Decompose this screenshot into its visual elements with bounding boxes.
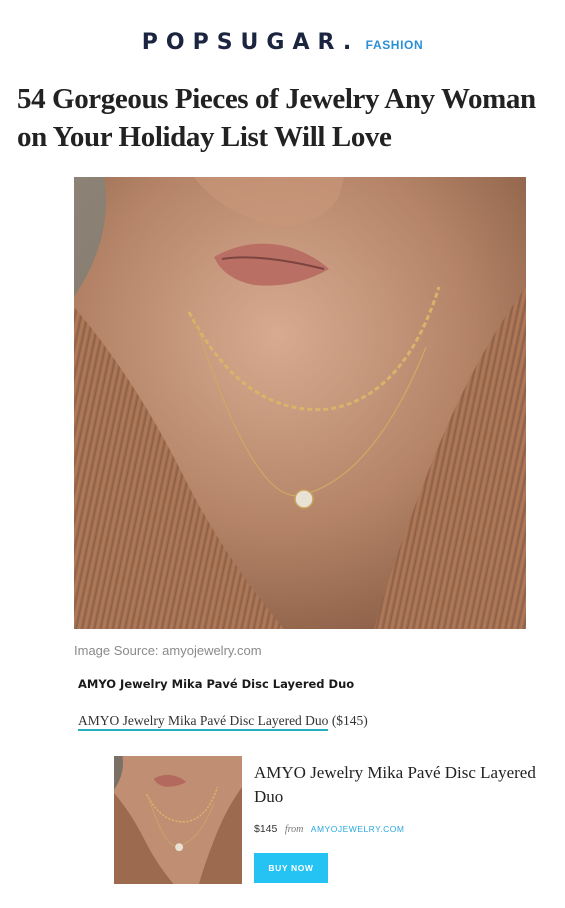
store-link[interactable]: AMYOJEWELRY.COM [311,824,405,834]
buy-now-button[interactable]: BUY NOW [254,853,328,883]
product-price: $145 [254,823,278,835]
product-card-title[interactable]: AMYO Jewelry Mika Pavé Disc Layered Duo [254,761,549,809]
section-label[interactable]: FASHION [366,38,424,52]
hero-image [74,177,526,629]
product-price-row: $145 from AMYOJEWELRY.COM [254,819,404,837]
article-title: 54 Gorgeous Pieces of Jewelry Any Woman … [17,83,536,153]
price-from-label: from [284,824,304,835]
product-link-price: ($145) [331,713,368,728]
site-header: POPSUGAR. FASHION [0,30,565,55]
product-link[interactable]: AMYO Jewelry Mika Pavé Disc Layered Duo … [78,713,368,731]
product-thumbnail[interactable] [114,756,242,884]
product-link-label[interactable]: AMYO Jewelry Mika Pavé Disc Layered Duo [78,713,329,731]
product-heading: AMYO Jewelry Mika Pavé Disc Layered Duo [78,677,355,691]
site-logo[interactable]: POPSUGAR. [142,30,359,55]
image-source-credit: Image Source: amyojewelry.com [74,643,262,658]
